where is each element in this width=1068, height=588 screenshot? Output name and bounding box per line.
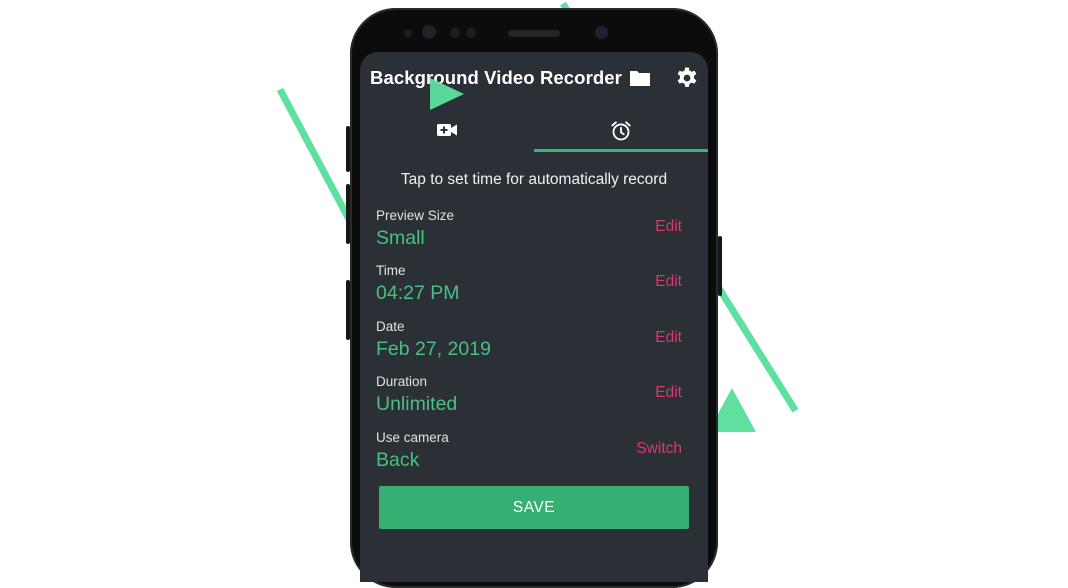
switch-camera-button[interactable]: Switch: [636, 440, 682, 458]
setting-label: Date: [376, 319, 405, 334]
setting-label: Use camera: [376, 430, 449, 445]
phone-front-camera: [422, 25, 436, 39]
tab-bar: [360, 108, 708, 152]
folder-icon[interactable]: [628, 66, 654, 92]
setting-label: Time: [376, 263, 406, 278]
phone-side-button: [346, 126, 350, 172]
app-screen: Background Video Recorder Tap to set tim…: [360, 52, 708, 582]
setting-value: Feb 27, 2019: [376, 338, 491, 360]
phone-top-bezel: [350, 8, 718, 52]
setting-row-preview-size: Preview Size Small Edit: [376, 208, 682, 258]
tab-video-record[interactable]: [360, 108, 534, 152]
app-title: Background Video Recorder: [370, 67, 622, 88]
tab-selected-indicator: [534, 149, 708, 152]
phone-frame: Background Video Recorder Tap to set tim…: [346, 8, 722, 588]
phone-sensor: [404, 29, 412, 37]
edit-time-button[interactable]: Edit: [655, 273, 682, 291]
phone-side-button: [718, 236, 722, 296]
setting-value: 04:27 PM: [376, 282, 460, 304]
phone-side-button: [346, 184, 350, 244]
setting-row-date: Date Feb 27, 2019 Edit: [376, 319, 682, 369]
gear-icon[interactable]: [675, 66, 701, 92]
setting-row-camera: Use camera Back Switch: [376, 430, 682, 480]
app-bar: Background Video Recorder: [360, 52, 708, 108]
edit-date-button[interactable]: Edit: [655, 329, 682, 347]
setting-value: Back: [376, 449, 420, 471]
phone-sensor: [466, 28, 476, 38]
phone-side-button: [346, 280, 350, 340]
save-button[interactable]: SAVE: [379, 486, 689, 529]
setting-value: Unlimited: [376, 393, 458, 415]
alarm-clock-icon: [611, 121, 631, 141]
phone-sensor: [450, 28, 460, 38]
setting-row-time: Time 04:27 PM Edit: [376, 263, 682, 313]
setting-label: Duration: [376, 374, 428, 389]
video-camera-icon: [437, 124, 457, 136]
phone-speaker: [508, 30, 560, 37]
tab-schedule[interactable]: [534, 108, 708, 152]
edit-duration-button[interactable]: Edit: [655, 384, 682, 402]
setting-row-duration: Duration Unlimited Edit: [376, 374, 682, 424]
decor-triangle-left: [430, 78, 464, 110]
phone-front-camera: [595, 26, 608, 39]
edit-preview-size-button[interactable]: Edit: [655, 218, 682, 236]
schedule-hint: Tap to set time for automatically record: [400, 171, 668, 188]
setting-value: Small: [376, 227, 425, 249]
setting-label: Preview Size: [376, 208, 455, 223]
